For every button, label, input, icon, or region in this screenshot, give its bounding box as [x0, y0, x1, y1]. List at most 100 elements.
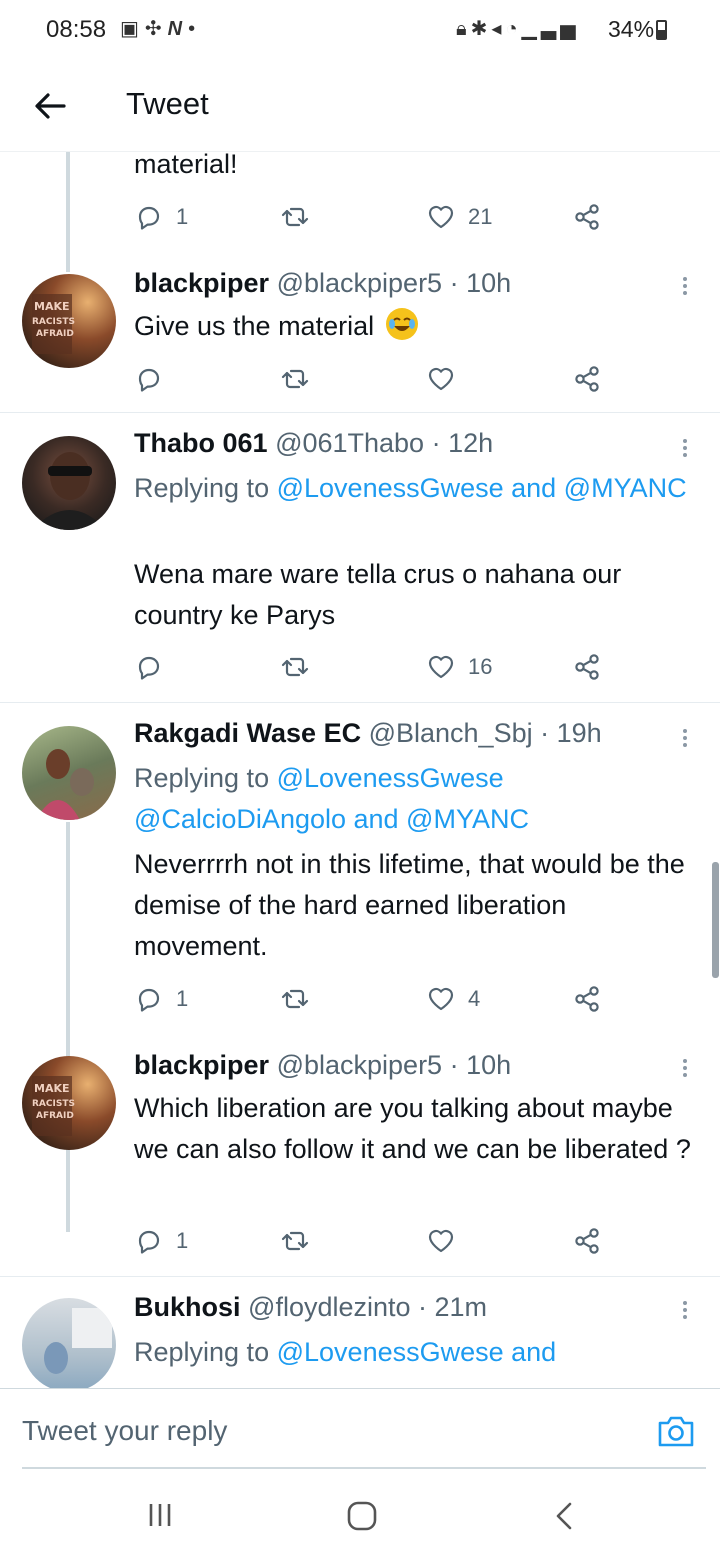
reply-composer[interactable]: Tweet your reply — [0, 1388, 720, 1470]
divider — [0, 702, 720, 703]
status-time: 08:58 — [46, 16, 107, 43]
reply-input[interactable]: Tweet your reply — [22, 1415, 227, 1447]
retweet-icon — [281, 989, 309, 1009]
tweet-text-row: Give us the material — [134, 306, 694, 347]
reply-icon — [138, 988, 160, 1012]
svg-text:MAKE: MAKE — [34, 300, 70, 313]
like-button[interactable] — [426, 1224, 456, 1258]
reply-button[interactable] — [134, 650, 164, 684]
reply-button[interactable]: 1 — [134, 982, 188, 1016]
retweet-button[interactable] — [280, 1224, 310, 1258]
author-handle: @floydlezinto · 21m — [248, 1292, 488, 1322]
retweet-icon — [281, 369, 309, 389]
share-icon — [575, 1228, 599, 1254]
more-options-icon[interactable] — [676, 436, 694, 466]
reply-button[interactable]: 1 — [134, 200, 188, 234]
status-right-icons: 🔒︎✱◂◔▁▃▅ — [456, 16, 580, 41]
more-options-icon[interactable] — [676, 1298, 694, 1328]
reply-icon — [138, 368, 160, 392]
author-handle: @blackpiper5 · 10h — [276, 268, 512, 298]
reply-icon — [138, 1230, 160, 1254]
reply-mentions-link[interactable]: @LovenessGwese and — [277, 1337, 557, 1367]
more-options-icon[interactable] — [676, 274, 694, 304]
reply-button[interactable]: 1 — [134, 1224, 188, 1258]
divider — [0, 412, 720, 413]
retweet-button[interactable] — [280, 650, 310, 684]
share-icon — [575, 986, 599, 1012]
mute-icon: ◂ — [491, 18, 506, 40]
back-nav-icon[interactable] — [552, 1500, 576, 1537]
share-button[interactable] — [572, 1224, 602, 1258]
more-options-icon[interactable] — [676, 1056, 694, 1086]
share-button[interactable] — [572, 650, 602, 684]
retweet-button[interactable] — [280, 200, 310, 234]
share-button[interactable] — [572, 362, 602, 396]
svg-text:AFRAID: AFRAID — [36, 1111, 74, 1121]
like-count: 16 — [468, 654, 493, 679]
signal-icon: ▁▃▅ — [521, 18, 580, 40]
face-with-tears-of-joy-icon — [385, 308, 418, 340]
tweet-header: Thabo 061 @061Thabo · 12h — [134, 428, 493, 459]
scrollbar[interactable] — [712, 862, 719, 978]
author-handle: @Blanch_Sbj · 19h — [368, 718, 602, 748]
replying-to-label: Replying to — [134, 1337, 270, 1367]
page-title: Tweet — [126, 86, 209, 121]
lock-icon: 🔒︎ — [456, 18, 471, 40]
tweet-text: Neverrrrh not in this lifetime, that wou… — [134, 849, 685, 961]
heart-icon — [428, 1229, 454, 1253]
avatar[interactable] — [22, 726, 116, 820]
recents-icon[interactable] — [146, 1500, 176, 1535]
svg-text:MAKE: MAKE — [34, 1082, 70, 1095]
like-button[interactable]: 16 — [426, 650, 492, 684]
share-button[interactable] — [572, 200, 602, 234]
heart-icon — [428, 205, 454, 229]
tweet-text: Wena mare ware tella crus o nahana our c… — [134, 559, 622, 630]
fan-icon: ✣ — [144, 18, 168, 40]
dot-icon: • — [188, 18, 202, 40]
bluetooth-icon: ✱ — [470, 18, 492, 40]
tweet-actions: 1 — [134, 1224, 614, 1258]
share-button[interactable] — [572, 982, 602, 1016]
tweet-text: material! — [134, 152, 238, 179]
author-name[interactable]: Rakgadi Wase EC — [134, 718, 361, 748]
avatar[interactable] — [22, 436, 116, 530]
svg-text:RACISTS: RACISTS — [32, 1099, 75, 1109]
replying-to-label: Replying to — [134, 763, 270, 793]
reply-mentions-link[interactable]: @LovenessGwese and @MYANC — [277, 473, 687, 503]
share-icon — [575, 654, 599, 680]
share-icon — [575, 204, 599, 230]
reply-count: 1 — [176, 1228, 189, 1253]
like-button[interactable]: 4 — [426, 982, 480, 1016]
author-name[interactable]: blackpiper — [134, 1050, 269, 1080]
avatar[interactable]: MAKE RACISTS AFRAID — [22, 1056, 116, 1150]
svg-text:AFRAID: AFRAID — [36, 329, 74, 339]
system-nav-bar — [0, 1470, 720, 1560]
retweet-icon — [281, 657, 309, 677]
tweet-text: Which liberation are you talking about m… — [134, 1093, 691, 1164]
wifi-icon: ◔ — [505, 18, 522, 40]
reply-button[interactable] — [134, 362, 164, 396]
image-icon: ▣ — [120, 18, 145, 40]
share-icon — [575, 366, 599, 392]
replying-to: Replying to @LovenessGwese @CalcioDiAngo… — [134, 758, 694, 840]
reply-icon — [138, 656, 160, 680]
n-icon: N — [167, 18, 189, 40]
author-name[interactable]: blackpiper — [134, 268, 269, 298]
retweet-button[interactable] — [280, 362, 310, 396]
more-options-icon[interactable] — [676, 726, 694, 756]
retweet-icon — [281, 1231, 309, 1251]
tweet-header: blackpiper @blackpiper5 · 10h — [134, 268, 511, 299]
author-name[interactable]: Thabo 061 — [134, 428, 268, 458]
avatar[interactable]: MAKE RACISTS AFRAID — [22, 274, 116, 368]
tweet-header: blackpiper @blackpiper5 · 10h — [134, 1050, 511, 1081]
retweet-button[interactable] — [280, 982, 310, 1016]
home-icon[interactable] — [346, 1500, 378, 1537]
like-button[interactable] — [426, 362, 456, 396]
avatar[interactable] — [22, 1298, 116, 1388]
camera-icon[interactable] — [656, 1413, 696, 1449]
like-button[interactable]: 21 — [426, 200, 492, 234]
author-name[interactable]: Bukhosi — [134, 1292, 241, 1322]
tweet-thread[interactable]: material! 1 21 MAKE RACISTS AFRAID blackpi… — [0, 152, 720, 1388]
status-left-icons: ▣✣N• — [120, 16, 201, 41]
back-arrow-icon[interactable] — [30, 86, 70, 126]
